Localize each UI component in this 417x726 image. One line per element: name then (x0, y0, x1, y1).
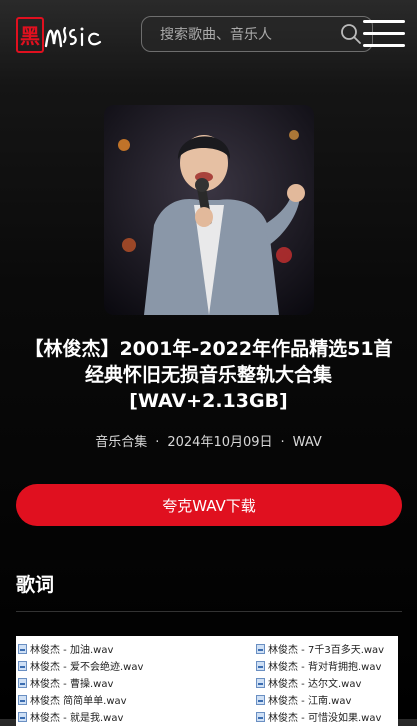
file-column-right: 林俊杰 - 7千3百多天.wav 林俊杰 - 背对背拥抱.wav 林俊杰 - 达… (256, 640, 384, 725)
list-item: 林俊杰 - 可惜没如果.wav (256, 708, 384, 725)
album-meta: 音乐合集 · 2024年10月09日 · WAV (0, 431, 417, 450)
album-cover-image (104, 105, 314, 315)
search-input[interactable] (142, 17, 352, 53)
audio-file-icon (256, 711, 265, 722)
list-item: 林俊杰 - 曹操.wav (18, 674, 143, 691)
list-item: 林俊杰 - 江南.wav (256, 691, 384, 708)
category-label[interactable]: 音乐合集 (95, 435, 147, 450)
format-label: WAV (292, 435, 322, 450)
search-icon[interactable] (340, 23, 362, 45)
meta-separator: · (280, 435, 285, 450)
header: 黑 (0, 0, 417, 70)
meta-separator: · (155, 435, 160, 450)
lyrics-section-title: 歌词 (16, 574, 55, 596)
list-item: 林俊杰 - 背对背拥抱.wav (256, 657, 384, 674)
audio-file-icon (18, 677, 27, 688)
file-column-left: 林俊杰 - 加油.wav 林俊杰 - 爱不会绝迹.wav 林俊杰 - 曹操.wa… (18, 640, 143, 725)
hamburger-menu-icon[interactable] (363, 20, 405, 52)
album-title: 【林俊杰】2001年-2022年作品精选51首经典怀旧无损音乐整轨大合集[WAV… (24, 338, 393, 412)
release-date: 2024年10月09日 (167, 435, 273, 450)
audio-file-icon (18, 694, 27, 705)
list-item: 林俊杰 - 达尔文.wav (256, 674, 384, 691)
site-logo[interactable]: 黑 (16, 16, 108, 56)
list-item: 林俊杰 简简单单.wav (18, 691, 143, 708)
audio-file-icon (256, 660, 265, 671)
list-item: 林俊杰 - 就是我.wav (18, 708, 143, 725)
svg-text:黑: 黑 (20, 24, 40, 48)
audio-file-icon (256, 677, 265, 688)
audio-file-icon (18, 660, 27, 671)
list-item: 林俊杰 - 7千3百多天.wav (256, 640, 384, 657)
audio-file-icon (256, 643, 265, 654)
search-box[interactable] (141, 16, 373, 53)
divider (16, 611, 402, 612)
list-item: 林俊杰 - 加油.wav (18, 640, 143, 657)
list-item: 林俊杰 - 爱不会绝迹.wav (18, 657, 143, 674)
audio-file-icon (256, 694, 265, 705)
audio-file-icon (18, 711, 27, 722)
audio-file-icon (18, 643, 27, 654)
quark-download-button[interactable]: 夸克WAV下载 (16, 484, 402, 526)
track-file-list-image: 林俊杰 - 加油.wav 林俊杰 - 爱不会绝迹.wav 林俊杰 - 曹操.wa… (16, 636, 398, 726)
